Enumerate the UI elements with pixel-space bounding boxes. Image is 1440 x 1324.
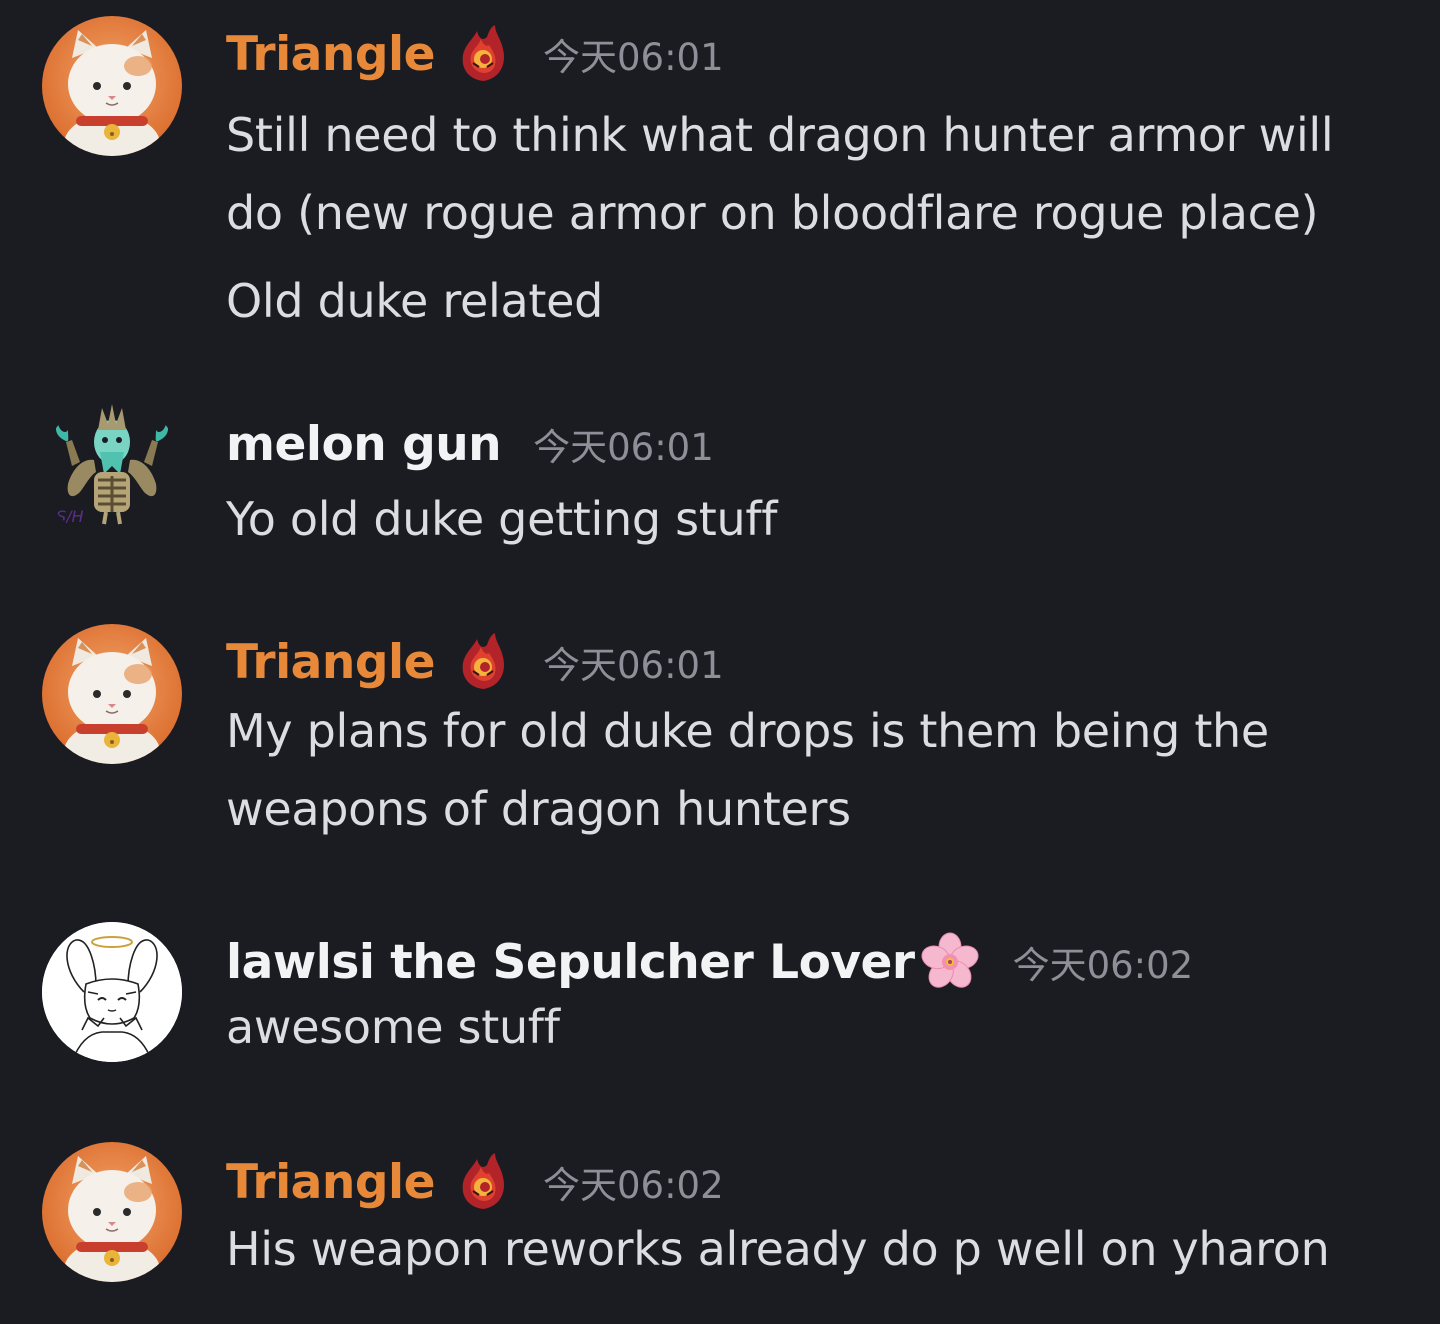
username[interactable]: Triangle — [226, 27, 436, 82]
message-text: My plans for old duke drops is them bein… — [226, 704, 1269, 758]
message-group: Triangle 今天06:01 My plans for old duke d… — [0, 620, 1440, 860]
flame-role-icon[interactable] — [457, 631, 509, 693]
message-text: Old duke related — [226, 274, 603, 328]
message-header: Triangle 今天06:02 — [226, 1152, 1410, 1212]
message-header: melon gun 今天06:01 — [226, 414, 1410, 474]
username[interactable]: Triangle — [226, 1155, 436, 1210]
message-header: Triangle 今天06:01 — [226, 24, 1410, 84]
message-text: weapons of dragon hunters — [226, 782, 851, 836]
message-group: Triangle 今天06:02 His weapon reworks alre… — [0, 1142, 1440, 1312]
message-list: Triangle 今天06:01 Still need to think wha… — [0, 0, 1440, 1324]
user-avatar[interactable] — [42, 1142, 182, 1282]
cat-avatar-icon — [42, 1142, 182, 1282]
username[interactable]: melon gun — [226, 417, 502, 472]
message-text: awesome stuff — [226, 1000, 560, 1054]
message-group: lawlsi the Sepulcher Lover 今天06:02 aweso… — [0, 922, 1440, 1082]
message-text: His weapon reworks already do p well on … — [226, 1222, 1330, 1276]
message-text: do (new rogue armor on bloodflare rogue … — [226, 186, 1319, 240]
username[interactable]: Triangle — [226, 635, 436, 690]
username[interactable]: lawlsi the Sepulcher Lover — [226, 935, 915, 990]
monster-avatar-icon — [42, 400, 182, 540]
flame-role-icon[interactable] — [457, 23, 509, 85]
timestamp: 今天06:01 — [543, 36, 724, 79]
timestamp: 今天06:02 — [1012, 944, 1194, 987]
timestamp: 今天06:01 — [543, 644, 724, 687]
timestamp: 今天06:02 — [543, 1164, 724, 1207]
message-group: melon gun 今天06:01 Yo old duke getting st… — [0, 400, 1440, 570]
user-avatar[interactable] — [42, 624, 182, 764]
user-avatar[interactable] — [42, 922, 182, 1062]
message-header: Triangle 今天06:01 — [226, 632, 1410, 692]
message-text: Yo old duke getting stuff — [226, 492, 778, 546]
user-avatar[interactable] — [42, 400, 182, 540]
bunny-sketch-avatar-icon — [42, 922, 182, 1062]
message-text: Still need to think what dragon hunter a… — [226, 108, 1334, 162]
timestamp: 今天06:01 — [533, 426, 714, 469]
message-group: Triangle 今天06:01 Still need to think wha… — [0, 0, 1440, 360]
cat-avatar-icon — [42, 624, 182, 764]
cherry-blossom-icon — [917, 929, 983, 995]
user-avatar[interactable] — [42, 16, 182, 156]
flame-role-icon[interactable] — [457, 1151, 509, 1213]
message-header: lawlsi the Sepulcher Lover 今天06:02 — [226, 932, 1410, 992]
cat-avatar-icon — [42, 16, 182, 156]
